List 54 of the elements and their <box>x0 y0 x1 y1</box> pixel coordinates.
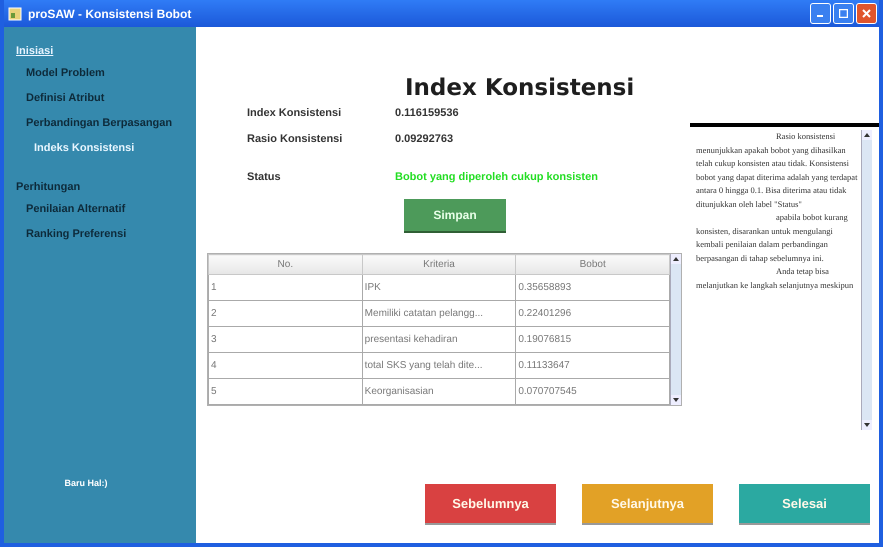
sidebar-item[interactable]: Penilaian Alternatif <box>16 203 126 215</box>
table-cell: Memiliki catatan pelangg... <box>362 300 516 326</box>
sidebar-item[interactable]: Perbandingan Berpasangan <box>16 117 172 129</box>
field-label: Index Konsistensi <box>247 107 342 119</box>
help-paragraph: Rasio konsistensi menunjukkan apakah bobot yang dihasilkan telah cukup konsisten atau tidak. Konsistensi bobot yang dapat diterima adalah yang terdapat antara 0 hingga 0.1. Bisa diterima atau tidak ditunjukkan oleh label "Status" <box>696 130 858 211</box>
status-text: Bobot yang diperoleh cukup konsisten <box>395 171 599 183</box>
table-cell: 1 <box>208 274 362 300</box>
sidebar-item[interactable]: Indeks Konsistensi <box>16 142 134 154</box>
column-header[interactable]: No. <box>208 254 362 274</box>
table-cell: 0.19076815 <box>516 326 670 352</box>
down-arrow-icon[interactable] <box>673 398 679 402</box>
table-cell: 3 <box>208 326 362 352</box>
help-scrollbar[interactable] <box>861 130 872 430</box>
table-scrollbar[interactable] <box>670 254 681 405</box>
close-button[interactable] <box>856 3 877 24</box>
table-cell: 0.11133647 <box>516 352 670 378</box>
table-cell: total SKS yang telah dite... <box>362 352 516 378</box>
sidebar-item[interactable]: Definisi Atribut <box>16 92 104 104</box>
nav-button[interactable]: Selesai <box>739 484 870 523</box>
table-cell: presentasi kehadiran <box>362 326 516 352</box>
up-arrow-icon[interactable] <box>673 257 679 261</box>
column-header[interactable]: Kriteria <box>362 254 516 274</box>
table-cell: 0.070707545 <box>516 378 670 404</box>
table-cell: 5 <box>208 378 362 404</box>
nav-button[interactable]: Sebelumnya <box>425 484 556 523</box>
close-icon[interactable] <box>862 9 871 18</box>
save-button[interactable]: Simpan <box>404 199 506 231</box>
table-cell: 4 <box>208 352 362 378</box>
maximize-button[interactable] <box>833 3 854 24</box>
down-arrow-icon[interactable] <box>864 423 870 427</box>
section-heading: Perhitungan <box>16 181 80 193</box>
table-cell: 0.35658893 <box>516 274 670 300</box>
field-label: Status <box>247 171 282 183</box>
maximize-icon[interactable] <box>839 9 848 18</box>
column-header[interactable]: Bobot <box>516 254 670 274</box>
sidebar-item[interactable]: Model Problem <box>16 67 105 79</box>
field-label: Rasio Konsistensi <box>247 133 344 145</box>
minimize-button[interactable] <box>810 3 831 24</box>
table-cell: 0.22401296 <box>516 300 670 326</box>
window-title: proSAW - Konsistensi Bobot <box>28 6 192 20</box>
field-value: 0.116159536 <box>395 107 460 119</box>
app-icon <box>8 6 22 20</box>
field-value: 0.09292763 <box>395 133 454 145</box>
section-heading: Inisiasi <box>16 45 54 57</box>
sidebar-item[interactable]: Ranking Preferensi <box>16 228 126 240</box>
nav-button[interactable]: Selanjutnya <box>582 484 713 523</box>
up-arrow-icon[interactable] <box>864 133 870 137</box>
table-cell: Keorganisasian <box>362 378 516 404</box>
help-paragraph: apabila bobot kurang konsisten, disarankan untuk mengulangi kembali penilaian dalam perbandingan berpasangan di tahap sebelumnya ini. <box>696 211 849 265</box>
table-cell: IPK <box>362 274 516 300</box>
table-cell: 2 <box>208 300 362 326</box>
page-heading: Index Konsistensi <box>405 75 636 101</box>
help-paragraph: Anda tetap bisa melanjutkan ke langkah selanjutnya meskipun <box>696 265 854 292</box>
sidebar-footer: Baru Hal:) <box>64 478 108 488</box>
